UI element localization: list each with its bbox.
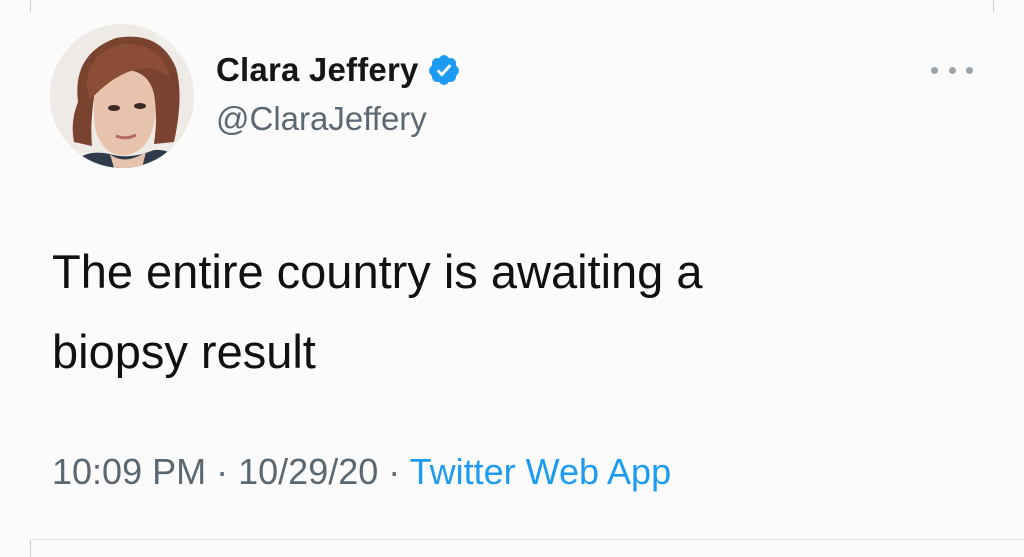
more-options-icon[interactable] (931, 58, 973, 82)
tweet-source-link[interactable]: Twitter Web App (410, 451, 671, 492)
author-handle[interactable]: @ClaraJeffery (216, 100, 427, 138)
meta-separator: · (388, 451, 401, 492)
meta-separator: · (216, 451, 229, 492)
tweet-text: The entire country is awaiting a biopsy r… (52, 232, 952, 392)
tweet-time[interactable]: 10:09 PM (52, 451, 206, 492)
frame-line (30, 539, 31, 557)
display-name[interactable]: Clara Jeffery (216, 51, 419, 89)
bottom-divider (30, 539, 1024, 540)
tweet-card: Clara Jeffery @ClaraJeffery The entire c… (0, 0, 1024, 557)
author-name-row[interactable]: Clara Jeffery (216, 48, 461, 92)
dot (966, 66, 973, 74)
frame-line (993, 0, 994, 12)
frame-line (30, 0, 31, 12)
tweet-text-line-2: biopsy result (52, 325, 316, 378)
verified-badge-icon (427, 53, 461, 87)
tweet-date[interactable]: 10/29/20 (238, 451, 378, 492)
tweet-text-line-1: The entire country is awaiting a (52, 245, 703, 298)
dot (931, 66, 938, 74)
dot (948, 66, 956, 74)
tweet-meta: 10:09 PM · 10/29/20 · Twitter Web App (52, 451, 671, 493)
avatar[interactable] (50, 24, 194, 168)
